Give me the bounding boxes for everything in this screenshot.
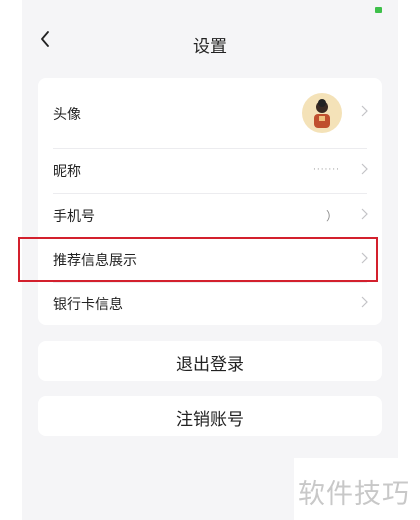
avatar: [302, 93, 342, 133]
menu-item-label: 银行卡信息: [53, 297, 123, 313]
highlight-box: [18, 237, 378, 282]
chevron-right-icon: [361, 296, 368, 312]
menu-item-avatar[interactable]: 头像: [38, 78, 382, 148]
watermark: 软件技巧: [294, 458, 420, 520]
page-title: 设置: [193, 37, 227, 57]
menu-item-phone[interactable]: 手机号 ）: [38, 194, 382, 238]
logout-label: 退出登录: [176, 355, 244, 375]
logout-button[interactable]: 退出登录: [38, 341, 382, 381]
deactivate-account-button[interactable]: 注销账号: [38, 396, 382, 436]
menu-item-label: 手机号: [53, 209, 95, 225]
menu-item-label: 昵称: [53, 164, 81, 180]
battery-icon: [375, 7, 382, 13]
settings-menu: 头像 昵称 ······· 手机号 ） 推荐信息展示 银行卡信息: [38, 78, 382, 325]
phone-value: ）: [325, 209, 338, 223]
menu-item-nickname[interactable]: 昵称 ·······: [38, 149, 382, 193]
chevron-right-icon: [361, 208, 368, 224]
nav-bar: 设置: [22, 20, 398, 64]
status-bar: [22, 0, 398, 20]
deactivate-label: 注销账号: [176, 410, 244, 430]
chevron-right-icon: [361, 105, 368, 121]
watermark-text: 软件技巧: [298, 479, 410, 510]
menu-item-bank-card[interactable]: 银行卡信息: [38, 283, 382, 325]
chevron-right-icon: [361, 163, 368, 179]
menu-item-label: 头像: [53, 107, 81, 123]
nickname-value: ·······: [312, 165, 340, 175]
